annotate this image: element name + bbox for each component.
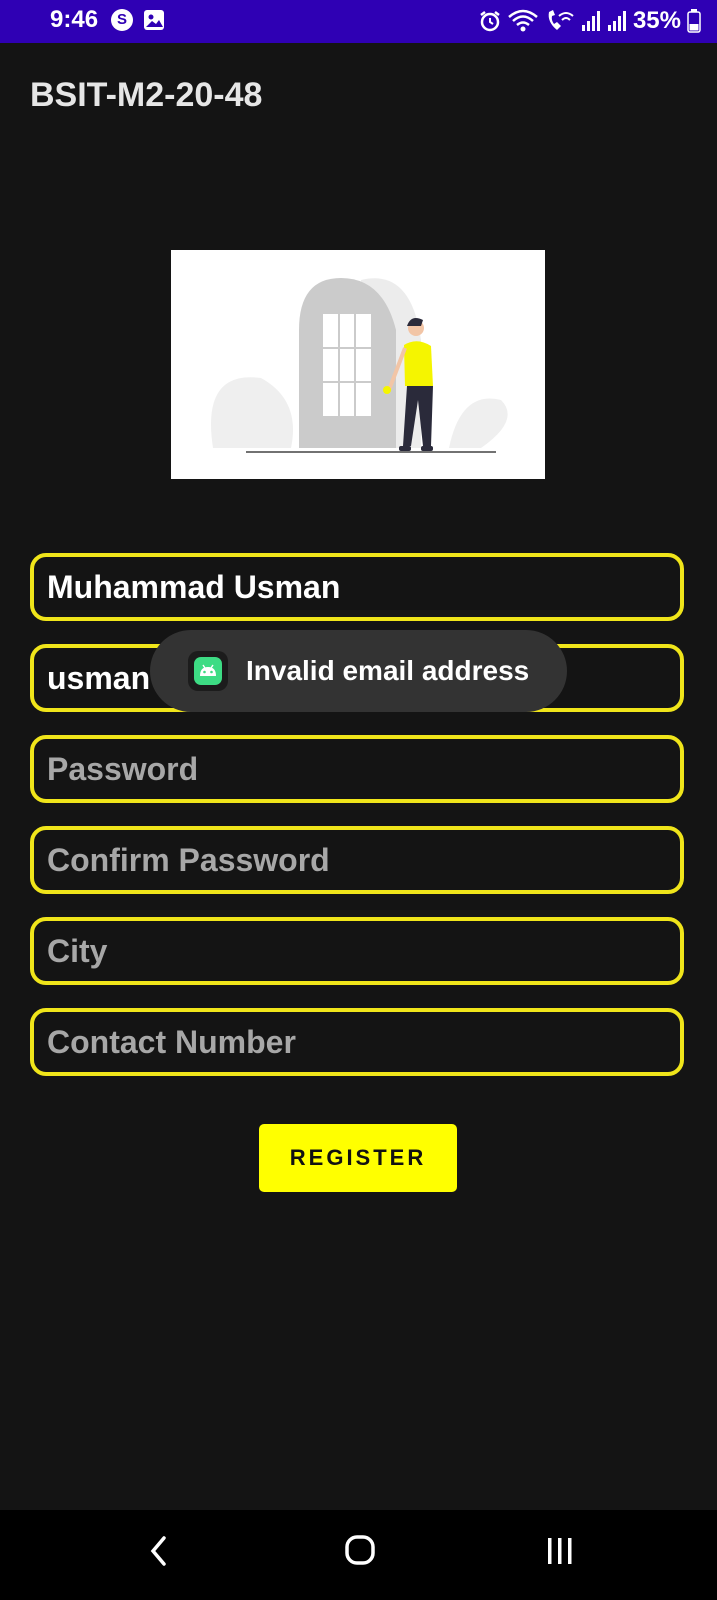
s-app-icon: S	[111, 9, 133, 31]
signal-icon	[607, 11, 626, 31]
signal-icon	[581, 11, 600, 31]
password-placeholder: Password	[47, 750, 199, 787]
recents-icon[interactable]	[546, 1536, 574, 1566]
wifi-calling-icon	[548, 10, 574, 30]
alarm-icon	[480, 11, 500, 32]
page-title: BSIT-M2-20-48	[30, 76, 263, 114]
contact-number-placeholder: Contact Number	[47, 1023, 296, 1060]
confirm-password-placeholder: Confirm Password	[47, 841, 330, 878]
password-field[interactable]: Password	[30, 735, 684, 803]
navigation-bar	[0, 1510, 717, 1600]
gallery-icon	[144, 10, 164, 30]
status-time: 9:46	[50, 6, 99, 33]
city-field[interactable]: City	[30, 917, 684, 985]
illustration-image	[171, 250, 545, 479]
home-icon[interactable]	[344, 1534, 376, 1566]
battery-icon	[687, 9, 701, 33]
android-icon	[188, 651, 228, 691]
confirm-password-field[interactable]: Confirm Password	[30, 826, 684, 894]
name-value: Muhammad Usman	[47, 568, 341, 605]
email-value: usman	[47, 659, 151, 696]
battery-percentage: 35%	[632, 7, 681, 34]
back-icon[interactable]	[148, 1534, 170, 1568]
contact-number-field[interactable]: Contact Number	[30, 1008, 684, 1076]
toast-text: Invalid email address	[246, 655, 530, 686]
name-field[interactable]: Muhammad Usman	[30, 553, 684, 621]
wifi-icon	[508, 9, 538, 32]
toast-message: Invalid email address	[150, 630, 567, 712]
status-right-group: 35%	[479, 6, 701, 36]
status-bar: 9:46 S 35%	[0, 0, 717, 43]
city-placeholder: City	[47, 932, 108, 969]
register-button[interactable]: REGISTER	[259, 1124, 457, 1192]
